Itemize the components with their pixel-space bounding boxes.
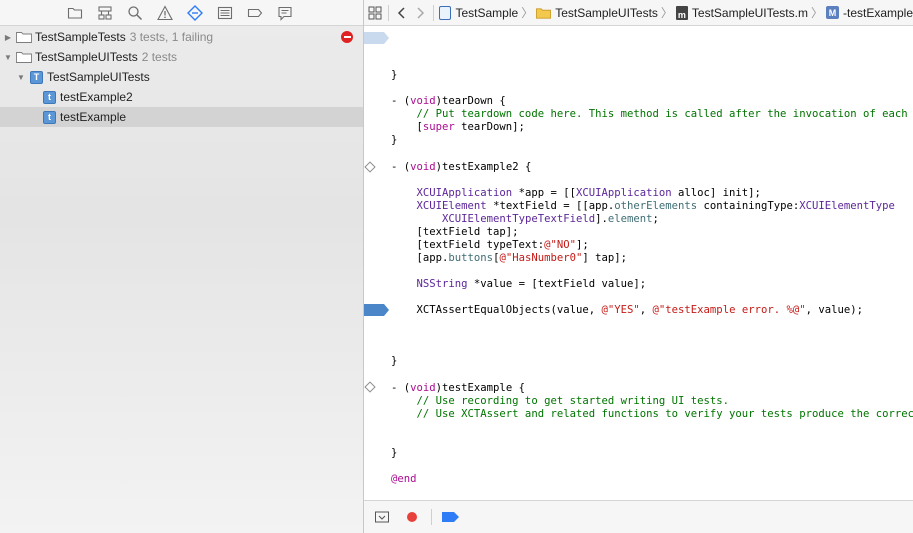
breakpoints-active-icon[interactable] — [442, 508, 460, 526]
code-line: [app.buttons[@"HasNumber0"] tap]; — [391, 252, 628, 264]
ribbon-marker-icon — [364, 32, 389, 44]
source-editor[interactable]: } - (void)tearDown { // Put teardown cod… — [364, 27, 913, 500]
breadcrumb-chevron-icon: 〉 — [521, 6, 534, 20]
objc-file-icon: m — [675, 5, 688, 20]
navigator-toolbar — [0, 0, 363, 26]
breakpoint-icon[interactable] — [246, 4, 264, 22]
tree-item-testsampleuitests-class[interactable]: ▼ T TestSampleUITests — [0, 67, 363, 87]
code-line: XCUIElement *textField = [[app.otherElem… — [416, 200, 895, 212]
code-line: } — [391, 355, 398, 367]
code-line: // Use XCTAssert and related functions t… — [416, 408, 913, 420]
test-method-icon: t — [43, 110, 56, 124]
related-items-icon[interactable] — [366, 2, 384, 24]
breadcrumb-project[interactable]: TestSample — [437, 5, 519, 20]
jump-bar: TestSample 〉 TestSampleUITests 〉 m TestS… — [364, 0, 913, 26]
tree-item-subtitle: 3 tests, 1 failing — [129, 30, 214, 44]
breadcrumb-file[interactable]: m TestSampleUITests.m — [675, 5, 808, 20]
method-icon: M — [825, 6, 839, 19]
tree-item-testexample[interactable]: t testExample — [0, 107, 363, 127]
code-line: [super tearDown]; — [391, 121, 525, 133]
tree-item-subtitle: 2 tests — [141, 50, 178, 64]
jump-bar-separator — [432, 4, 434, 21]
code-line: [textField tap]; — [391, 226, 519, 238]
tree-item-testexample2[interactable]: t testExample2 — [0, 87, 363, 107]
disclosure-down-icon[interactable]: ▼ — [3, 52, 13, 62]
disclosure-right-icon[interactable]: ▶ — [3, 32, 13, 42]
tree-item-label: testExample — [60, 110, 127, 124]
hide-console-icon[interactable] — [373, 508, 391, 526]
tree-item-testsampleuitests-bundle[interactable]: ▼ TestSampleUITests 2 tests — [0, 47, 363, 67]
project-icon — [439, 5, 452, 20]
tree-item-testsampletests[interactable]: ▶ TestSampleTests 3 tests, 1 failing — [0, 27, 363, 47]
breadcrumb-chevron-icon: 〉 — [660, 6, 673, 20]
run-test-diamond-icon[interactable] — [364, 161, 376, 173]
run-test-diamond-icon[interactable] — [364, 381, 376, 393]
jump-bar-separator — [387, 4, 389, 21]
code-line: @end — [391, 473, 417, 485]
search-icon[interactable] — [126, 4, 144, 22]
tree-item-label: TestSampleUITests — [35, 50, 138, 64]
code-line: - (void)tearDown { — [391, 95, 506, 107]
folder-icon — [536, 7, 552, 19]
code-line: - (void)testExample2 { — [391, 161, 532, 173]
code-line: } — [391, 447, 398, 459]
editor-gutter[interactable] — [364, 27, 390, 500]
code-line: XCUIApplication *app = [[XCUIApplication… — [416, 187, 761, 199]
breadcrumb-label: TestSampleUITests.m — [691, 5, 808, 20]
breadcrumb-label: TestSample — [455, 5, 519, 20]
test-method-icon: t — [43, 90, 56, 104]
folder-icon[interactable] — [66, 4, 84, 22]
debug-bar-separator — [431, 509, 432, 525]
tree-item-label: TestSampleTests — [35, 30, 126, 44]
tree-item-label: testExample2 — [60, 90, 133, 104]
breadcrumb-method[interactable]: M -testExample — [825, 5, 913, 20]
breakpoint-icon[interactable] — [364, 304, 390, 316]
breakpoint-record-icon[interactable] — [403, 508, 421, 526]
debug-icon[interactable] — [216, 4, 234, 22]
code-line: NSString *value = [textField value]; — [416, 278, 647, 290]
breadcrumb-group[interactable]: TestSampleUITests — [536, 6, 658, 20]
code-line: } — [391, 69, 398, 81]
debug-bar — [364, 500, 913, 533]
code-line: } — [391, 134, 398, 146]
test-bundle-icon — [16, 32, 32, 43]
disclosure-down-icon[interactable]: ▼ — [16, 72, 26, 82]
breadcrumb-label: -testExample — [842, 5, 913, 20]
breadcrumb-label: TestSampleUITests — [555, 5, 658, 20]
forward-chevron-icon[interactable] — [411, 2, 429, 24]
hierarchy-icon[interactable] — [96, 4, 114, 22]
code-line: - (void)testExample { — [391, 382, 525, 394]
code-line: XCTAssertEqualObjects(value, @"YES", @"t… — [391, 304, 864, 316]
test-failing-icon — [341, 31, 353, 43]
back-chevron-icon[interactable] — [393, 2, 411, 24]
test-bundle-icon — [16, 52, 32, 63]
code-line: // Put teardown code here. This method i… — [416, 108, 908, 120]
code-line: XCUIElementTypeTextField].element; — [442, 213, 659, 225]
test-icon[interactable] — [186, 4, 204, 22]
tree-item-label: TestSampleUITests — [47, 70, 150, 84]
test-navigator: ▶ TestSampleTests 3 tests, 1 failing ▼ T… — [0, 0, 363, 533]
breadcrumb-chevron-icon: 〉 — [810, 6, 823, 20]
code-line: [textField typeText:@"NO"]; — [391, 239, 589, 251]
warning-icon[interactable] — [156, 4, 174, 22]
code-line: // Use recording to get started writing … — [391, 395, 730, 407]
report-icon[interactable] — [276, 4, 294, 22]
test-class-icon: T — [30, 70, 43, 84]
